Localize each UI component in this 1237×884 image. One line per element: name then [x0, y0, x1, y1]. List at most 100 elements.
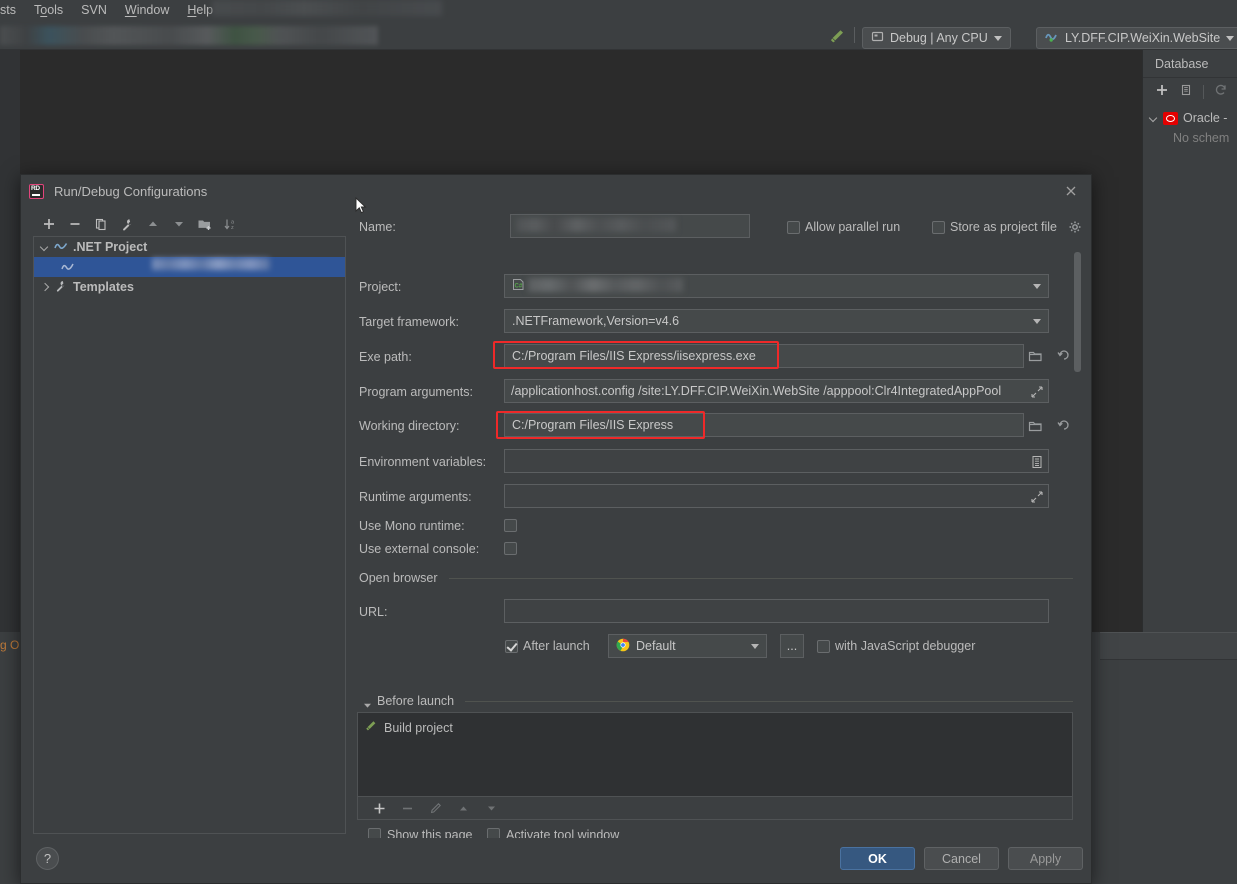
- copy-icon[interactable]: [1179, 83, 1193, 102]
- dialog-title-bar: RD Run/Debug Configurations: [21, 175, 1093, 207]
- open-browser-section-divider: [449, 578, 1073, 579]
- with-javascript-debugger-checkbox[interactable]: [817, 640, 830, 653]
- dialog-title: Run/Debug Configurations: [54, 183, 208, 199]
- exe-path-input[interactable]: C:/Program Files/IIS Express/iisexpress.…: [504, 344, 1024, 368]
- editor-gutter: [0, 50, 20, 632]
- before-launch-list[interactable]: Build project: [357, 712, 1073, 797]
- show-this-page-checkbox[interactable]: [368, 828, 381, 838]
- browser-combo[interactable]: Default: [608, 634, 767, 658]
- working-directory-input[interactable]: C:/Program Files/IIS Express: [504, 413, 1024, 437]
- remove-icon[interactable]: [394, 797, 420, 819]
- menu-bar-redacted-area: [212, 0, 442, 16]
- database-tree-no-schema: No schem: [1173, 131, 1230, 145]
- wrench-icon: [54, 279, 68, 296]
- expand-icon[interactable]: [1031, 386, 1043, 401]
- list-editor-icon[interactable]: [1031, 455, 1043, 472]
- store-as-project-file-checkbox[interactable]: [932, 221, 945, 234]
- edit-icon[interactable]: [422, 797, 448, 819]
- chevron-down-icon[interactable]: [1033, 319, 1041, 324]
- run-config-icon: [871, 30, 884, 46]
- database-tree-item-oracle[interactable]: Oracle -: [1143, 108, 1237, 128]
- chevron-down-icon[interactable]: [40, 243, 49, 252]
- chrome-icon: [616, 638, 630, 655]
- program-arguments-input[interactable]: /applicationhost.config /site:LY.DFF.CIP…: [504, 379, 1049, 403]
- chevron-down-icon[interactable]: [751, 644, 759, 649]
- move-down-icon[interactable]: [166, 213, 192, 235]
- menu-tools-rest: ols: [47, 3, 64, 17]
- revert-icon[interactable]: [1057, 418, 1071, 438]
- tree-item-dotnet-project[interactable]: .NET Project: [34, 237, 345, 257]
- menu-item-svn[interactable]: SVN: [72, 0, 116, 20]
- environment-variables-input[interactable]: [504, 449, 1049, 473]
- exe-path-label: Exe path:: [359, 350, 412, 364]
- move-down-icon[interactable]: [478, 797, 504, 819]
- url-input[interactable]: [504, 599, 1049, 623]
- before-launch-collapse-icon[interactable]: [363, 697, 372, 708]
- add-icon[interactable]: [366, 797, 392, 819]
- svg-text:z: z: [231, 225, 234, 231]
- use-mono-runtime-checkbox[interactable]: [504, 519, 517, 532]
- use-external-console-checkbox[interactable]: [504, 542, 517, 555]
- chevron-down-icon[interactable]: [1149, 114, 1158, 123]
- refresh-icon[interactable]: [1214, 83, 1228, 102]
- dotnet-icon: [54, 240, 68, 255]
- allow-parallel-run-checkbox[interactable]: [787, 221, 800, 234]
- after-launch-checkbox[interactable]: [505, 640, 518, 653]
- folder-icon[interactable]: [1028, 419, 1043, 438]
- activate-tool-window-label: Activate tool window: [506, 828, 620, 838]
- menu-item-clipped[interactable]: sts: [0, 0, 25, 20]
- move-up-icon[interactable]: [450, 797, 476, 819]
- help-button[interactable]: ?: [36, 847, 59, 870]
- runtime-arguments-input[interactable]: [504, 484, 1049, 508]
- chevron-right-icon[interactable]: [40, 283, 49, 292]
- hammer-icon[interactable]: [828, 27, 846, 45]
- browser-combo-value: Default: [636, 639, 676, 653]
- remove-icon[interactable]: [62, 213, 88, 235]
- add-icon[interactable]: [36, 213, 62, 235]
- allow-parallel-run-label: Allow parallel run: [805, 220, 901, 234]
- revert-icon[interactable]: [1057, 348, 1071, 368]
- url-label: URL:: [359, 605, 388, 619]
- project-selector[interactable]: LY.DFF.CIP.WeiXin.WebSite: [1036, 27, 1237, 49]
- chevron-down-icon: [993, 35, 1002, 41]
- move-up-icon[interactable]: [140, 213, 166, 235]
- bottom-right-panel-header: [1100, 632, 1237, 660]
- tree-item-templates[interactable]: Templates: [34, 277, 345, 297]
- expand-icon[interactable]: [1031, 491, 1043, 506]
- menu-item-tools[interactable]: Tools: [25, 0, 72, 20]
- tree-item-label: .NET Project: [73, 240, 148, 254]
- before-launch-section-divider: [465, 701, 1073, 702]
- toolbar-redacted-area: [0, 26, 378, 45]
- tree-selected-item-redacted: [152, 258, 270, 270]
- ok-button[interactable]: OK: [840, 847, 915, 870]
- new-folder-icon[interactable]: [192, 213, 218, 235]
- program-arguments-value: /applicationhost.config /site:LY.DFF.CIP…: [511, 384, 1002, 398]
- chevron-down-icon[interactable]: [1033, 284, 1041, 289]
- project-value-redacted: [528, 278, 683, 292]
- working-directory-label: Working directory:: [359, 419, 460, 433]
- rider-icon: RD: [29, 183, 44, 199]
- menu-item-window[interactable]: Window: [116, 0, 178, 20]
- add-icon[interactable]: [1155, 83, 1169, 102]
- target-framework-combo[interactable]: .NETFramework,Version=v4.6: [504, 309, 1049, 333]
- edit-templates-icon[interactable]: [114, 213, 140, 235]
- close-icon[interactable]: [1063, 183, 1079, 199]
- browser-more-button[interactable]: ...: [780, 634, 804, 658]
- cancel-button[interactable]: Cancel: [924, 847, 999, 870]
- activate-tool-window-checkbox[interactable]: [487, 828, 500, 838]
- copy-icon[interactable]: [88, 213, 114, 235]
- open-browser-section-title: Open browser: [359, 571, 438, 585]
- form-scrollbar-thumb[interactable]: [1074, 252, 1081, 372]
- csharp-project-icon: C#: [512, 278, 525, 294]
- sort-alphabetically-icon[interactable]: a z: [218, 213, 244, 235]
- apply-button[interactable]: Apply: [1008, 847, 1083, 870]
- oracle-icon: [1163, 111, 1178, 125]
- toolbar-separator: [854, 27, 855, 43]
- environment-variables-label: Environment variables:: [359, 455, 487, 469]
- svg-text:C#: C#: [515, 284, 523, 290]
- gear-icon[interactable]: [1068, 220, 1082, 239]
- run-configuration-selector[interactable]: Debug | Any CPU: [862, 27, 1011, 49]
- hammer-icon: [364, 719, 378, 736]
- folder-icon[interactable]: [1028, 349, 1043, 368]
- before-launch-item-build-project[interactable]: Build project: [364, 719, 453, 736]
